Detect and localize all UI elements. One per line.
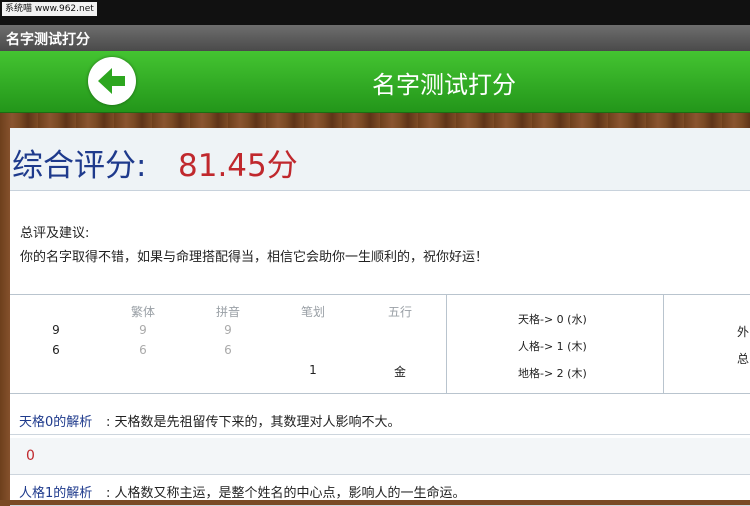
name-detail-table: 繁体 拼音 笔划 五行 9 9 9 6 6 6 1 金 天格-> 0 (水) 人… — [10, 294, 750, 394]
header-bihua: 笔划 — [300, 305, 325, 319]
number-value: 0 — [26, 448, 35, 464]
header-pinyin: 拼音 — [215, 305, 240, 319]
table-divider — [663, 295, 664, 393]
analysis-text: : 天格数是先祖留传下来的，其数理对人影响不大。 — [106, 415, 401, 430]
row1-fanti: 9 — [139, 323, 147, 337]
row3-wuxing: 金 — [393, 365, 406, 379]
analysis-title: 天格0的解析 — [19, 415, 93, 430]
page-title: 名字测试打分 — [372, 71, 516, 99]
status-bar: 系统喵 www.962.net — [0, 0, 750, 25]
analysis-text-body: 天格数是先祖留传下来的，其数理对人影响不大。 — [114, 415, 401, 430]
zong-ge-label: 总 — [737, 352, 750, 366]
tian-ge: 天格-> 0 (水) — [518, 313, 587, 326]
row2-char: 6 — [52, 343, 60, 357]
table-divider — [446, 295, 447, 393]
row2-pinyin: 6 — [224, 343, 232, 357]
header-wuxing: 五行 — [387, 305, 412, 319]
row1-char: 9 — [52, 323, 60, 337]
advice-title: 总评及建议: — [20, 226, 90, 241]
analysis-title: 人格1的解析 — [19, 486, 93, 501]
score-value: 81.45分 — [178, 148, 298, 184]
row2-fanti: 6 — [139, 343, 147, 357]
row3-bihua: 1 — [309, 363, 317, 377]
analysis-tian-ge: 天格0的解析 : 天格数是先祖留传下来的，其数理对人影响不大。 — [10, 404, 750, 435]
score-box: 综合评分: 81.45分 — [10, 128, 750, 191]
header-fanti: 繁体 — [130, 305, 155, 319]
analysis-text-body: 人格数又称主运，是整个姓名的中心点，影响人的一生命运。 — [114, 486, 466, 501]
advice-text: 你的名字取得不错，如果与命理搭配得当，相信它会助你一生顺利的，祝你好运！ — [20, 250, 489, 265]
di-ge: 地格-> 2 (木) — [518, 367, 587, 380]
row1-pinyin: 9 — [224, 323, 232, 337]
window-title: 名字测试打分 — [6, 32, 90, 48]
back-button[interactable] — [88, 57, 136, 105]
analysis-text: : 人格数又称主运，是整个姓名的中心点，影响人的一生命运。 — [106, 486, 466, 501]
wai-ge-label: 外 — [737, 325, 750, 339]
watermark: 系统喵 www.962.net — [2, 2, 97, 16]
result-panel: 综合评分: 81.45分 总评及建议: 你的名字取得不错，如果与命理搭配得当，相… — [10, 128, 750, 506]
score-label: 综合评分: — [12, 148, 147, 184]
number-value-row: 0 — [10, 438, 750, 475]
ren-ge: 人格-> 1 (木) — [518, 340, 587, 353]
back-arrow-icon — [98, 68, 125, 94]
analysis-ren-ge: 人格1的解析 : 人格数又称主运，是整个姓名的中心点，影响人的一生命运。 — [10, 475, 750, 506]
app-header: 名字测试打分 — [0, 51, 750, 114]
window-title-bar: 名字测试打分 — [0, 25, 750, 51]
